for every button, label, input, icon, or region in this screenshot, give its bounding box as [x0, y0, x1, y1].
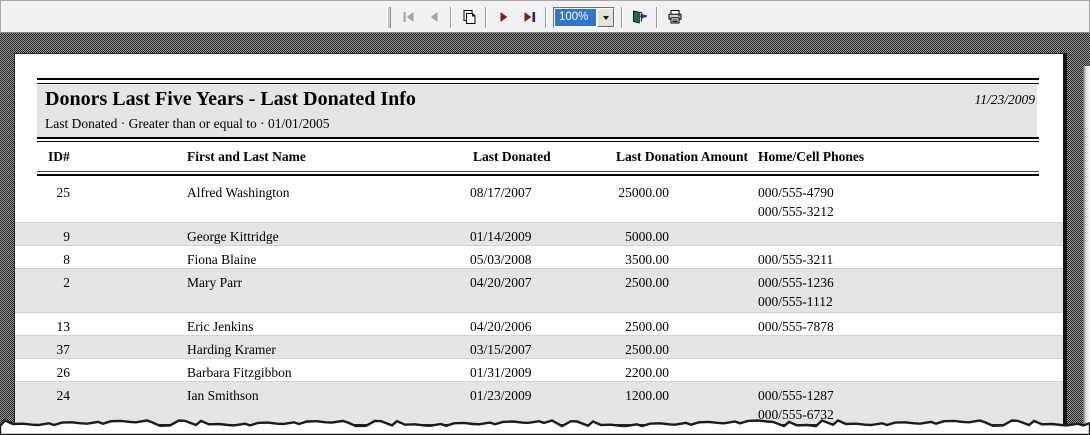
window-right-border	[1083, 66, 1090, 435]
zoom-value[interactable]: 100%	[555, 8, 596, 26]
copy-icon	[463, 10, 475, 24]
close-preview-button[interactable]	[627, 5, 652, 29]
cell-phones: 000/555-4790 000/555-3212	[758, 185, 834, 219]
first-page-icon	[403, 12, 413, 22]
cell-id: 8	[63, 252, 70, 267]
toolbar-separator	[621, 6, 623, 28]
page-title: Donors Last Five Years - Last Donated In…	[45, 88, 416, 110]
cell-amount: 2200.00	[625, 365, 669, 380]
table-row: 13 Eric Jenkins 04/20/2006 2500.00 000/5…	[15, 313, 1063, 336]
close-preview-icon	[633, 10, 647, 24]
next-page-button[interactable]	[491, 5, 516, 29]
table-row: 26 Barbara Fitzgibbon 01/31/2009 2200.00	[15, 359, 1063, 382]
top-double-rule	[37, 83, 1039, 84]
previous-page-button[interactable]	[421, 5, 446, 29]
cell-amount: 2500.00	[625, 342, 669, 357]
table-row: 25 Alfred Washington 08/17/2007 25000.00…	[15, 179, 1063, 223]
toolbar-separator	[485, 6, 487, 28]
last-page-button[interactable]	[516, 5, 541, 29]
cell-amount: 1200.00	[625, 388, 669, 403]
cell-last-donated: 05/03/2008	[470, 252, 532, 267]
cell-last-donated: 01/14/2009	[470, 229, 532, 244]
cell-id: 2	[63, 275, 70, 290]
toolbar-separator	[545, 6, 547, 28]
toolbar: 100%	[0, 0, 1090, 33]
toolbar-separator	[656, 6, 658, 28]
cell-amount: 25000.00	[618, 185, 669, 200]
cell-id: 25	[56, 185, 71, 200]
cell-name: Eric Jenkins	[187, 319, 254, 334]
report-preview-window: 100% Donors Last Five Years - Last Donat…	[0, 0, 1090, 435]
cell-amount: 3500.00	[625, 252, 669, 267]
band-bottom-rule	[37, 141, 1039, 142]
cell-last-donated: 08/17/2007	[470, 185, 532, 200]
column-header-phones: Home/Cell Phones	[758, 149, 865, 164]
cell-id: 9	[63, 229, 70, 244]
zoom-dropdown-button[interactable]	[597, 7, 614, 27]
cell-id: 24	[56, 388, 71, 403]
cell-name: George Kittridge	[187, 229, 279, 244]
column-header-name: First and Last Name	[187, 149, 306, 164]
report-header-band: Donors Last Five Years - Last Donated In…	[37, 85, 1037, 137]
column-header-last-donated: Last Donated	[473, 149, 551, 164]
table-row: 2 Mary Parr 04/20/2007 2500.00 000/555-1…	[15, 269, 1063, 313]
cell-last-donated: 01/23/2009	[470, 388, 532, 403]
column-headers: ID# First and Last Name Last Donated Las…	[15, 149, 1063, 169]
cell-phones: 000/555-3211	[758, 252, 834, 267]
top-double-rule	[37, 78, 1039, 80]
column-header-amount: Last Donation Amount	[616, 149, 749, 164]
next-page-icon	[500, 12, 507, 22]
cell-name: Fiona Blaine	[187, 252, 257, 267]
print-icon	[668, 10, 681, 24]
cell-last-donated: 01/31/2009	[470, 365, 532, 380]
cell-last-donated: 03/15/2007	[470, 342, 532, 357]
cell-amount: 2500.00	[625, 275, 669, 290]
cell-amount: 5000.00	[625, 229, 669, 244]
column-header-id: ID#	[48, 149, 70, 164]
last-page-icon	[524, 12, 535, 22]
band-bottom-rule	[37, 137, 1039, 139]
table-row: 9 George Kittridge 01/14/2009 5000.00	[15, 223, 1063, 246]
toolbar-grip[interactable]	[387, 6, 391, 28]
cell-name: Harding Kramer	[187, 342, 276, 357]
table-body: 25 Alfred Washington 08/17/2007 25000.00…	[15, 179, 1063, 424]
cell-id: 13	[56, 319, 71, 334]
header-underline	[37, 174, 1039, 176]
cell-name: Mary Parr	[187, 275, 243, 290]
toolbar-separator	[450, 6, 452, 28]
table-row: 8 Fiona Blaine 05/03/2008 3500.00 000/55…	[15, 246, 1063, 269]
first-page-button[interactable]	[396, 5, 421, 29]
torn-edge	[0, 419, 1090, 435]
zoom-combobox[interactable]: 100%	[553, 6, 615, 28]
print-button[interactable]	[662, 5, 687, 29]
report-criteria: Last Donated · Greater than or equal to …	[45, 116, 330, 131]
preview-background: Donors Last Five Years - Last Donated In…	[0, 33, 1090, 435]
chevron-down-icon	[602, 15, 609, 23]
cell-amount: 2500.00	[625, 319, 669, 334]
header-underline	[37, 171, 1039, 172]
cell-name: Barbara Fitzgibbon	[187, 365, 292, 380]
cell-name: Alfred Washington	[187, 185, 290, 200]
cell-last-donated: 04/20/2007	[470, 275, 532, 290]
cell-id: 37	[56, 342, 71, 357]
report-page: Donors Last Five Years - Last Donated In…	[14, 53, 1067, 425]
toolbar-button-group: 100%	[387, 5, 687, 29]
copy-pages-button[interactable]	[456, 5, 481, 29]
cell-phones: 000/555-1236 000/555-1112	[758, 275, 834, 309]
cell-id: 26	[56, 365, 71, 380]
previous-page-icon	[430, 12, 437, 22]
cell-phones: 000/555-7878	[758, 319, 834, 334]
cell-last-donated: 04/20/2006	[470, 319, 532, 334]
cell-name: Ian Smithson	[187, 388, 259, 403]
table-row: 37 Harding Kramer 03/15/2007 2500.00	[15, 336, 1063, 359]
report-date: 11/23/2009	[974, 92, 1036, 107]
